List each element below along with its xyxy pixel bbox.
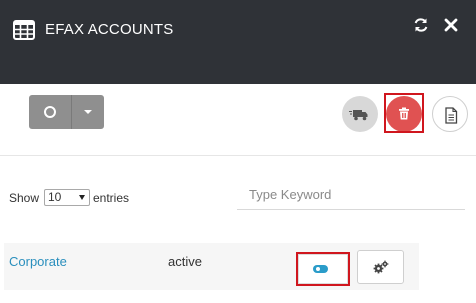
split-dropdown-toggle[interactable]: [72, 95, 104, 129]
truck-icon: [349, 110, 368, 121]
table-icon: [13, 20, 35, 40]
close-icon[interactable]: [442, 16, 460, 34]
split-main-button[interactable]: [29, 95, 72, 129]
section-divider: [0, 155, 476, 156]
circle-icon: [44, 106, 56, 118]
toggle-knob: [316, 267, 320, 271]
caret-down-icon: [84, 110, 92, 114]
document-button[interactable]: [432, 96, 468, 132]
split-action-button: [29, 95, 104, 129]
search-input[interactable]: [237, 180, 465, 210]
refresh-icon[interactable]: [412, 16, 430, 34]
entries-label: entries: [93, 191, 130, 205]
entries-select[interactable]: 10: [44, 189, 90, 206]
trash-icon: [399, 107, 409, 120]
chevron-down-icon: [79, 195, 85, 200]
settings-button[interactable]: [357, 250, 404, 284]
truck-button[interactable]: [342, 96, 378, 132]
title-bar: EFAX ACCOUNTS: [0, 0, 476, 84]
show-label: Show: [9, 191, 40, 205]
account-name-link[interactable]: Corporate: [9, 254, 67, 270]
delete-button[interactable]: [386, 96, 422, 132]
account-status: active: [168, 254, 202, 269]
status-toggle-button[interactable]: [298, 254, 348, 284]
gears-icon: [373, 260, 389, 274]
document-icon: [445, 107, 458, 124]
page-title: EFAX ACCOUNTS: [45, 21, 174, 38]
entries-select-value: 10: [48, 190, 62, 204]
